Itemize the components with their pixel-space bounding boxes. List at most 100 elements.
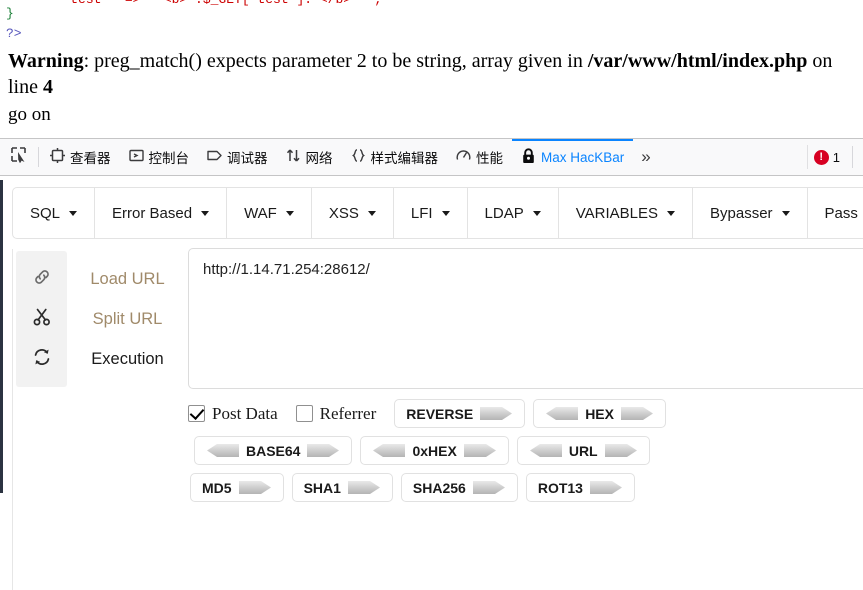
link-icon [32,267,52,292]
hackbar-action-icon-rail [16,251,67,387]
hackbar-category-tabs: SQL Error Based WAF XSS LFI LDAP VARIABL… [12,187,863,239]
category-tab-error-based-label: Error Based [112,204,193,222]
performance-icon [456,148,471,166]
category-tab-waf[interactable]: WAF [227,188,312,238]
inspector-icon [50,148,65,166]
sha256-button-label: SHA256 [412,479,466,496]
clipped-code-line: 'test' => '<b>'.$_GET['test'].'</b>' , [0,0,382,8]
tab-performance-label: 性能 [476,151,503,166]
base64-button[interactable]: BASE64 [194,436,353,465]
url-input[interactable]: http://1.14.71.254:28612/ [188,248,863,389]
reverse-button-label: REVERSE [406,405,474,422]
chevron-down-icon [781,210,790,216]
category-tab-waf-label: WAF [244,204,277,222]
devtools-error-indicator[interactable]: ! 1 [806,145,863,169]
chevron-down-icon [667,210,675,216]
screenshot-root: 'test' => '<b>'.$_GET['test'].'</b>' , }… [0,0,863,590]
element-picker-button[interactable] [0,139,36,175]
0xhex-button-label: 0xHEX [412,442,457,459]
post-data-checkbox[interactable]: Post Data [188,404,278,424]
tab-console[interactable]: 控制台 [120,139,199,175]
tab-performance[interactable]: 性能 [447,139,512,175]
php-warning-message: Warning: preg_match() expects parameter … [8,48,848,100]
decode-arrow-icon[interactable] [206,442,239,459]
warning-label: Warning [8,50,84,72]
code-php-close-tag: ?> [6,26,22,41]
decode-arrow-icon[interactable] [545,405,579,422]
load-url-label[interactable]: Load URL [90,270,164,289]
url-encode-button-label: URL [568,442,598,459]
code-closing-brace: } [6,6,14,21]
hex-button[interactable]: HEX [533,399,666,428]
split-url-label[interactable]: Split URL [93,310,163,329]
encoder-section: Post Data Referrer REVERSE HEX BASE64 0x… [188,399,863,510]
encode-arrow-icon[interactable] [604,442,638,459]
error-count: 1 [832,149,840,165]
base64-button-label: BASE64 [246,442,301,459]
encoder-row-3: MD5 SHA1 SHA256 ROT13 [188,473,863,502]
decode-arrow-icon[interactable] [529,442,562,459]
sha1-button-label: SHA1 [303,479,341,496]
post-data-checkbox-label: Post Data [212,403,278,423]
category-tab-pass[interactable]: Pass [808,188,863,238]
tab-max-hackbar[interactable]: Max HacKBar [512,139,634,175]
category-tab-lfi[interactable]: LFI [394,188,468,238]
post-data-checkbox-box[interactable] [188,405,205,422]
referrer-checkbox-box[interactable] [295,405,313,422]
split-url-button[interactable] [27,304,57,334]
category-tab-ldap[interactable]: LDAP [468,188,559,238]
rot13-button-label: ROT13 [537,479,583,496]
0xhex-button[interactable]: 0xHEX [360,436,509,465]
category-tab-lfi-label: LFI [410,204,433,222]
hex-button-label: HEX [585,405,614,422]
encode-arrow-icon[interactable] [238,479,272,496]
tab-debugger[interactable]: 调试器 [198,139,277,175]
chevron-down-icon [532,210,541,216]
encoder-row-2: BASE64 0xHEX URL [188,436,863,465]
category-tab-bypasser[interactable]: Bypasser [693,188,808,238]
warning-file-path: /var/www/html/index.php [587,50,808,72]
tab-style-editor[interactable]: 样式编辑器 [342,139,448,175]
referrer-checkbox[interactable]: Referrer [295,403,377,424]
encode-arrow-icon[interactable] [480,405,513,422]
toolbar-right-divider [852,146,853,168]
encode-arrow-icon[interactable] [589,479,623,496]
execution-label[interactable]: Execution [91,350,163,369]
tab-inspector-label: 查看器 [70,151,111,166]
tab-debugger-label: 调试器 [227,151,268,166]
tab-max-hackbar-label: Max HacKBar [541,149,625,165]
reverse-button[interactable]: REVERSE [394,399,526,428]
md5-button[interactable]: MD5 [190,473,284,502]
tab-network[interactable]: 网络 [277,139,342,175]
md5-button-label: MD5 [202,479,232,496]
sha1-button[interactable]: SHA1 [291,473,393,502]
encoder-row-1: Post Data Referrer REVERSE HEX [188,399,863,428]
sha256-button[interactable]: SHA256 [400,473,518,502]
code-token: 'test' => '<b>'.$_GET['test'].'</b>' , [0,0,382,7]
load-url-button[interactable] [27,264,57,294]
refresh-icon [32,347,52,372]
category-tab-variables[interactable]: VARIABLES [559,188,693,238]
rendered-page: 'test' => '<b>'.$_GET['test'].'</b>' , }… [0,0,863,138]
chevron-down-icon [367,210,376,216]
encode-arrow-icon[interactable] [472,479,506,496]
decode-arrow-icon[interactable] [372,442,406,459]
devtools-toolbar: 查看器 控制台 调试器 网络 样式编辑器 性能 Max HacKBar » ! … [0,138,863,176]
referrer-checkbox-label: Referrer [319,403,377,423]
panel-left-accent-bar [0,180,3,493]
tab-network-label: 网络 [305,151,333,166]
execution-button[interactable] [27,344,57,374]
encode-arrow-icon[interactable] [307,442,340,459]
tab-inspector[interactable]: 查看器 [41,139,120,175]
encode-arrow-icon[interactable] [463,442,497,459]
devtools-overflow-button[interactable]: » [633,139,658,175]
category-tab-xss[interactable]: XSS [312,188,394,238]
category-tab-bypasser-label: Bypasser [710,204,773,222]
rot13-button[interactable]: ROT13 [525,473,635,502]
encode-arrow-icon[interactable] [347,479,381,496]
category-tab-error-based[interactable]: Error Based [95,188,228,238]
encode-arrow-icon[interactable] [620,405,654,422]
url-encode-button[interactable]: URL [516,436,650,465]
warning-body-1: preg_match() expects parameter 2 to be s… [94,50,588,72]
category-tab-sql[interactable]: SQL [13,188,96,238]
